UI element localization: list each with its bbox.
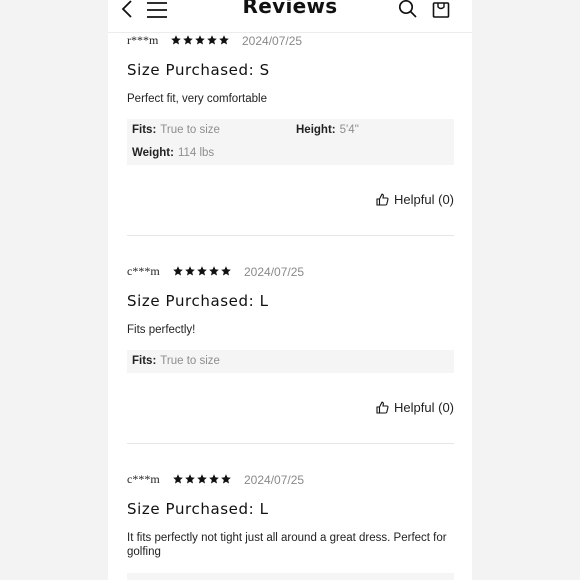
- star-icon: [221, 266, 231, 276]
- star-icon: [173, 266, 183, 276]
- fits-detail: Fits: True to size: [132, 124, 220, 136]
- fit-details: [127, 573, 454, 580]
- search-icon[interactable]: [398, 0, 418, 25]
- review-date: 2024/07/25: [244, 265, 305, 279]
- review-item: r***m 2024/07/25 Size Purchased: S Perfe…: [127, 32, 454, 236]
- review-username: r***m: [127, 33, 159, 47]
- star-icon: [185, 266, 195, 276]
- review-text: Fits perfectly!: [127, 324, 196, 336]
- review-item: c***m 2024/07/25 Size Purchased: L Fits …: [127, 263, 454, 443]
- star-icon: [219, 35, 229, 45]
- star-icon: [171, 35, 181, 45]
- helpful-button[interactable]: Helpful (0): [376, 192, 454, 207]
- size-purchased: Size Purchased: S: [127, 61, 270, 79]
- review-username: c***m: [127, 264, 160, 278]
- review-text: It fits perfectly not tight just all aro…: [127, 532, 447, 558]
- size-purchased: Size Purchased: L: [127, 292, 269, 310]
- star-icon: [195, 35, 205, 45]
- fits-detail: Fits: True to size: [132, 355, 220, 367]
- review-divider: [127, 443, 454, 444]
- star-icon: [173, 474, 183, 484]
- review-date: 2024/07/25: [244, 473, 305, 487]
- star-icon: [185, 474, 195, 484]
- review-date: 2024/07/25: [242, 34, 303, 48]
- star-rating: [173, 266, 231, 276]
- star-rating: [173, 474, 231, 484]
- thumbs-up-icon: [376, 193, 389, 206]
- reviews-screen: Reviews r***m 2024/07/25 Size Purchased:…: [108, 0, 472, 580]
- star-rating: [171, 35, 229, 45]
- star-icon: [183, 35, 193, 45]
- star-icon: [209, 266, 219, 276]
- review-text: Perfect fit, very comfortable: [127, 93, 267, 105]
- helpful-label: Helpful (0): [394, 400, 454, 415]
- review-username: c***m: [127, 472, 160, 486]
- review-item: c***m 2024/07/25 Size Purchased: L It fi…: [127, 471, 454, 580]
- review-divider: [127, 235, 454, 236]
- fit-details: Fits: True to size: [127, 350, 454, 373]
- fit-details: Fits: True to size Height: 5'4'' Weight: 11…: [127, 119, 454, 165]
- shopping-bag-icon[interactable]: [432, 0, 450, 25]
- top-nav-bar: Reviews: [108, 0, 472, 33]
- star-icon: [209, 474, 219, 484]
- size-purchased: Size Purchased: L: [127, 500, 269, 518]
- star-icon: [197, 266, 207, 276]
- height-detail: Height: 5'4'': [296, 124, 359, 136]
- star-icon: [207, 35, 217, 45]
- star-icon: [197, 474, 207, 484]
- weight-detail: Weight: 114 lbs: [132, 147, 215, 159]
- helpful-label: Helpful (0): [394, 192, 454, 207]
- helpful-button[interactable]: Helpful (0): [376, 400, 454, 415]
- star-icon: [221, 474, 231, 484]
- thumbs-up-icon: [376, 401, 389, 414]
